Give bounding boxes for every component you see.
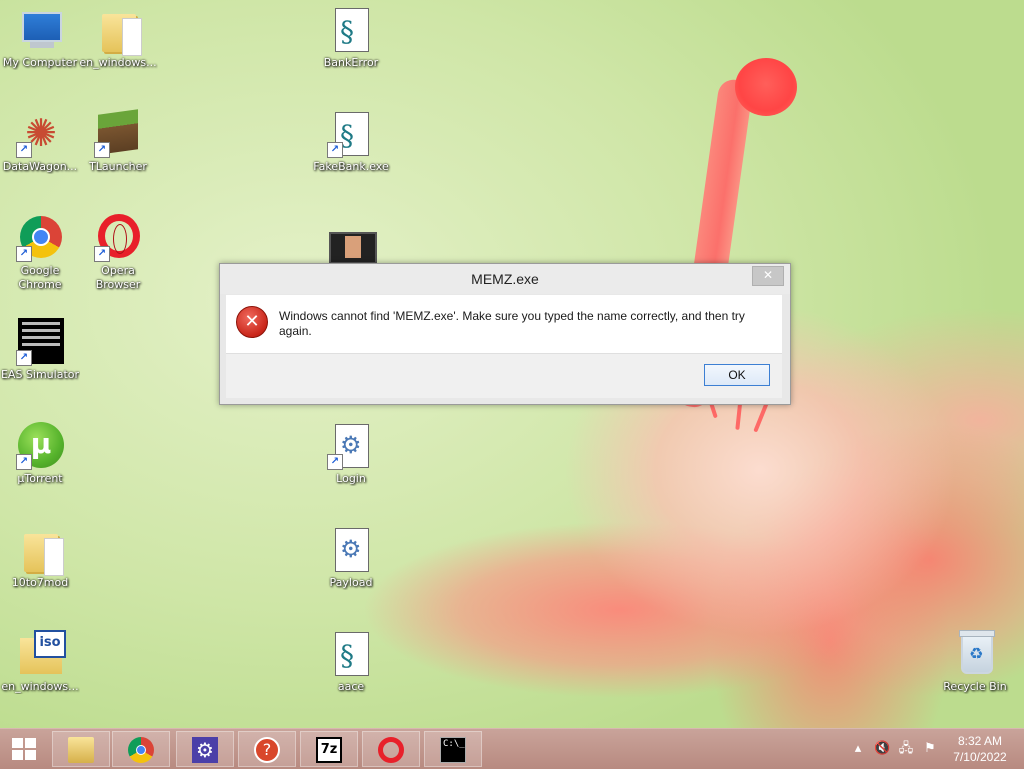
- desktop-icon-label: Login: [336, 472, 366, 485]
- shortcut-arrow-icon: ↗: [16, 350, 32, 366]
- script-file-icon: § ↗: [327, 110, 375, 158]
- opera-icon: ↗: [94, 214, 142, 262]
- close-icon: ✕: [762, 268, 774, 282]
- start-button[interactable]: [0, 729, 48, 769]
- taskbar-chrome[interactable]: [112, 731, 170, 767]
- clock-time: 8:32 AM: [957, 734, 1003, 748]
- shortcut-arrow-icon: ↗: [327, 454, 343, 470]
- desktop-icon-tlauncher[interactable]: ↗ TLauncher: [78, 109, 158, 174]
- folder-icon: [94, 6, 142, 56]
- chrome-icon: ↗: [16, 214, 64, 262]
- desktop-icon-eas-simulator[interactable]: ↗ EAS Simulator: [0, 318, 80, 382]
- desktop-icon-label: FakeBank.exe: [313, 160, 389, 173]
- ok-button[interactable]: OK: [704, 364, 770, 386]
- taskbar-help[interactable]: ?: [238, 731, 296, 767]
- taskbar-7zip[interactable]: 7z: [300, 731, 358, 767]
- desktop-icon-label: en_windows...: [1, 680, 79, 693]
- taskbar-opera[interactable]: [362, 731, 420, 767]
- desktop-icon-label: Google Chrome: [18, 264, 62, 291]
- close-button[interactable]: ✕: [752, 266, 784, 286]
- shortcut-arrow-icon: ↗: [16, 454, 32, 470]
- dialog-titlebar[interactable]: MEMZ.exe ✕: [220, 264, 790, 294]
- desktop-icon-label: My Computer: [2, 56, 78, 69]
- computer-icon: [16, 6, 64, 54]
- recycle-bin-icon: [951, 630, 999, 678]
- desktop-icon-payload[interactable]: ⚙ Payload: [311, 526, 391, 590]
- gear-file-icon: ⚙: [327, 526, 375, 574]
- desktop-icon-my-computer[interactable]: My Computer: [0, 6, 80, 70]
- opera-icon: [378, 737, 404, 763]
- help-icon: ?: [254, 737, 280, 763]
- taskbar: ⚙ ? 7z C:\_ ▴ 🔇 🖧 ⚑ 8:32 AM 7/10/2022: [0, 728, 1024, 769]
- desktop[interactable]: My Computer ✺ ↗ DataWagon... ↗ Google Ch…: [0, 0, 1024, 728]
- datawagon-icon: ✺ ↗: [16, 110, 64, 158]
- desktop-icon-label: 10to7mod: [11, 576, 69, 589]
- windows-logo-icon: [12, 738, 36, 760]
- desktop-icon-label: Opera Browser: [95, 264, 141, 291]
- iso-folder-icon: iso: [16, 630, 66, 678]
- desktop-icon-login[interactable]: ⚙ ↗ Login: [311, 422, 391, 486]
- command-prompt-icon: C:\_: [440, 737, 466, 763]
- desktop-icon-label: DataWagon...: [2, 160, 78, 173]
- dialog-title: MEMZ.exe: [471, 271, 539, 287]
- action-center-flag-icon[interactable]: ⚑: [922, 741, 938, 757]
- file-explorer-icon: [68, 737, 94, 763]
- shortcut-arrow-icon: ↗: [94, 142, 110, 158]
- desktop-icon-label: BankError: [323, 56, 379, 69]
- desktop-icon-label: µTorrent: [17, 472, 63, 485]
- desktop-icon-datawagon[interactable]: ✺ ↗ DataWagon...: [0, 110, 80, 174]
- shortcut-arrow-icon: ↗: [16, 246, 32, 262]
- desktop-icon-en-windows-iso[interactable]: iso en_windows...: [0, 630, 80, 694]
- clock-date: 7/10/2022: [953, 750, 1007, 764]
- shortcut-arrow-icon: ↗: [16, 142, 32, 158]
- desktop-icon-label: TLauncher: [89, 160, 147, 173]
- dialog-footer: OK: [226, 353, 782, 398]
- desktop-icon-label: en_windows...: [79, 56, 157, 69]
- desktop-icon-en-windows-folder[interactable]: en_windows...: [78, 6, 158, 70]
- dialog-message: Windows cannot find 'MEMZ.exe'. Make sur…: [279, 309, 745, 338]
- eas-simulator-icon: ↗: [16, 318, 64, 366]
- chrome-icon: [128, 737, 154, 763]
- desktop-icon-opera-browser[interactable]: ↗ Opera Browser: [78, 214, 158, 292]
- gear-icon: ⚙: [192, 737, 218, 763]
- desktop-icon-utorrent[interactable]: µ ↗ µTorrent: [0, 422, 80, 486]
- dialog-body: ✕ Windows cannot find 'MEMZ.exe'. Make s…: [226, 295, 782, 353]
- desktop-icon-recycle-bin[interactable]: Recycle Bin: [935, 630, 1015, 694]
- desktop-icon-fakebank[interactable]: § ↗ FakeBank.exe: [311, 110, 391, 174]
- desktop-icon-google-chrome[interactable]: ↗ Google Chrome: [0, 214, 80, 292]
- script-file-icon: §: [327, 630, 375, 678]
- minecraft-icon: ↗: [94, 109, 142, 158]
- 7zip-icon: 7z: [316, 737, 342, 763]
- gear-file-icon: ⚙ ↗: [327, 422, 375, 470]
- clock[interactable]: 8:32 AM 7/10/2022: [944, 733, 1016, 765]
- folder-icon: [16, 526, 64, 576]
- desktop-icon-10to7mod[interactable]: 10to7mod: [0, 526, 80, 590]
- desktop-icon-label: aace: [337, 680, 365, 693]
- script-file-icon: §: [327, 6, 375, 54]
- desktop-icon-bankerror[interactable]: § BankError: [311, 6, 391, 70]
- taskbar-command-prompt[interactable]: C:\_: [424, 731, 482, 767]
- taskbar-settings[interactable]: ⚙: [176, 731, 234, 767]
- taskbar-file-explorer[interactable]: [52, 731, 110, 767]
- shortcut-arrow-icon: ↗: [327, 142, 343, 158]
- error-dialog[interactable]: MEMZ.exe ✕ ✕ Windows cannot find 'MEMZ.e…: [219, 263, 791, 405]
- error-icon: ✕: [236, 306, 268, 338]
- shortcut-arrow-icon: ↗: [94, 246, 110, 262]
- volume-muted-icon[interactable]: 🔇: [874, 741, 890, 757]
- utorrent-icon: µ ↗: [16, 422, 64, 470]
- wallpaper-flower-pistil: [735, 58, 797, 116]
- show-hidden-icons-chevron-icon[interactable]: ▴: [850, 741, 866, 757]
- desktop-icon-label: Recycle Bin: [943, 680, 1007, 693]
- desktop-icon-label: Payload: [329, 576, 373, 589]
- desktop-icon-label: EAS Simulator: [0, 368, 80, 381]
- desktop-icon-aace[interactable]: § aace: [311, 630, 391, 694]
- network-icon[interactable]: 🖧: [898, 741, 914, 757]
